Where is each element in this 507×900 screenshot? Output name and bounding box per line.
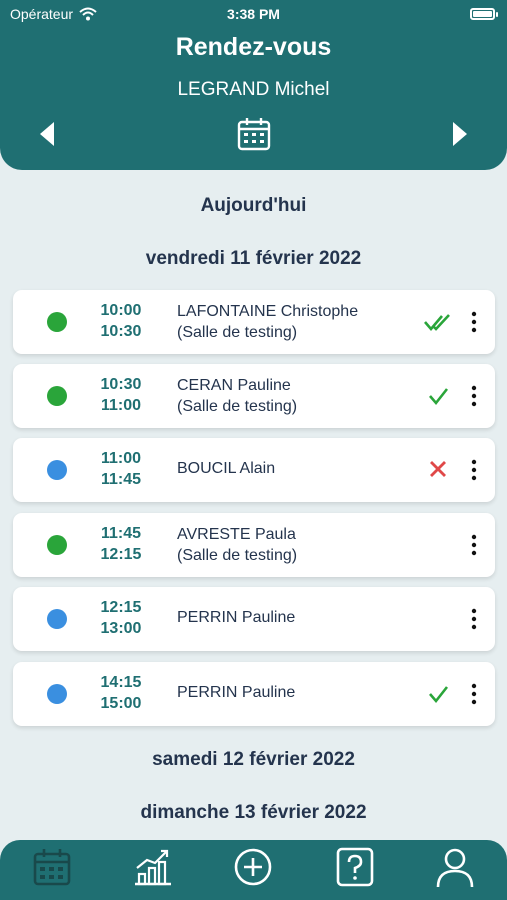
patient-name: AVRESTE Paula xyxy=(177,526,296,543)
appointment-title: PERRIN Pauline xyxy=(177,607,295,628)
cross-icon xyxy=(430,461,446,477)
status-dot xyxy=(47,312,67,332)
appointment-title: LAFONTAINE Christophe (Salle de testing) xyxy=(177,301,358,343)
more-options-icon[interactable] xyxy=(467,606,481,632)
end-time: 11:45 xyxy=(100,471,142,488)
appointment-title: PERRIN Pauline xyxy=(177,682,295,703)
day-header: vendredi 11 février 2022 xyxy=(145,248,362,269)
appointment-card[interactable]: 10:00 10:30 LAFONTAINE Christophe (Salle… xyxy=(13,290,495,354)
start-time: 10:00 xyxy=(100,302,142,319)
patient-name: LEGRAND Michel xyxy=(177,79,330,100)
help-icon[interactable] xyxy=(333,846,377,888)
more-options-icon[interactable] xyxy=(467,309,481,335)
patient-name: LAFONTAINE Christophe xyxy=(177,303,359,320)
appointment-card[interactable]: 12:15 13:00 PERRIN Pauline xyxy=(13,587,495,651)
more-options-icon[interactable] xyxy=(467,532,481,558)
appointment-card[interactable]: 11:45 12:15 AVRESTE Paula (Salle de test… xyxy=(13,513,495,577)
app-header: Opérateur 3:38 PM Rendez-vous LEGRAND Mi… xyxy=(0,0,507,170)
appointment-card[interactable]: 11:00 11:45 BOUCIL Alain xyxy=(13,438,495,502)
patient-name: PERRIN Pauline xyxy=(177,684,296,701)
start-time: 11:45 xyxy=(100,525,142,542)
end-time: 15:00 xyxy=(100,695,142,712)
start-time: 10:30 xyxy=(100,376,142,393)
bottom-tab-bar xyxy=(0,840,507,900)
appointment-card[interactable]: 10:30 11:00 CERAN Pauline (Salle de test… xyxy=(13,364,495,428)
status-dot xyxy=(47,609,67,629)
patient-name: CERAN Pauline xyxy=(177,377,291,394)
add-circle-icon[interactable] xyxy=(231,846,275,888)
profile-icon[interactable] xyxy=(433,846,477,888)
status-dot xyxy=(47,386,67,406)
more-options-icon[interactable] xyxy=(467,383,481,409)
room-name: (Salle de testing) xyxy=(177,547,298,564)
status-dot xyxy=(47,535,67,555)
status-bar: Opérateur 3:38 PM xyxy=(0,6,507,26)
appointment-title: BOUCIL Alain xyxy=(177,458,275,479)
check-icon xyxy=(429,686,449,704)
status-dot xyxy=(47,460,67,480)
start-time: 12:15 xyxy=(100,599,142,616)
end-time: 12:15 xyxy=(100,546,142,563)
appointment-title: AVRESTE Paula (Salle de testing) xyxy=(177,524,297,566)
double-check-icon xyxy=(424,314,450,332)
page-title: Rendez-vous xyxy=(175,33,332,61)
end-time: 10:30 xyxy=(100,323,142,340)
status-time: 3:38 PM xyxy=(227,6,280,22)
start-time: 11:00 xyxy=(100,450,142,467)
previous-arrow-icon[interactable] xyxy=(36,120,58,148)
patient-name: PERRIN Pauline xyxy=(177,609,296,626)
battery-icon xyxy=(470,8,498,20)
appointment-card[interactable]: 14:15 15:00 PERRIN Pauline xyxy=(13,662,495,726)
calendar-icon[interactable] xyxy=(30,846,74,888)
appointment-title: CERAN Pauline (Salle de testing) xyxy=(177,375,297,417)
day-header: dimanche 13 février 2022 xyxy=(140,802,367,823)
stats-chart-icon[interactable] xyxy=(131,846,175,888)
end-time: 13:00 xyxy=(100,620,142,637)
patient-name: BOUCIL Alain xyxy=(177,460,276,477)
calendar-icon[interactable] xyxy=(236,116,272,152)
next-arrow-icon[interactable] xyxy=(449,120,471,148)
status-dot xyxy=(47,684,67,704)
room-name: (Salle de testing) xyxy=(177,398,298,415)
more-options-icon[interactable] xyxy=(467,457,481,483)
start-time: 14:15 xyxy=(100,674,142,691)
day-header: samedi 12 février 2022 xyxy=(152,749,355,770)
check-icon xyxy=(429,388,449,406)
end-time: 11:00 xyxy=(100,397,142,414)
today-button[interactable]: Aujourd'hui xyxy=(0,195,507,217)
room-name: (Salle de testing) xyxy=(177,324,298,341)
more-options-icon[interactable] xyxy=(467,681,481,707)
